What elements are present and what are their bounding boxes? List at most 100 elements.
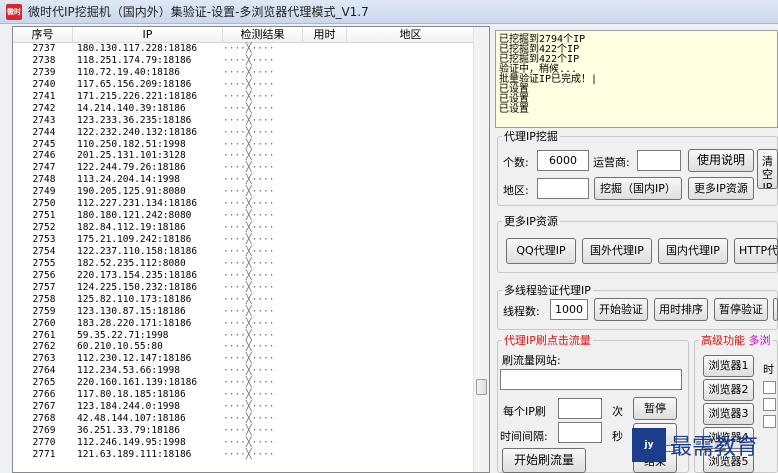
table-row[interactable]: 2742 14.214.140.39:18186 ····╳···· (13, 103, 475, 115)
row-index: 2767 (32, 401, 56, 413)
col-header-time[interactable]: 用时 (303, 27, 347, 43)
pause-verify-button[interactable]: 暂停验证 (714, 298, 768, 321)
traffic-pause-button[interactable]: 暂停 (633, 397, 677, 420)
row-index: 2771 (32, 448, 56, 460)
table-row[interactable]: 2744 122.232.240.132:18186 ····╳···· (13, 127, 475, 139)
table-row[interactable]: 2743 123.233.36.235:18186 ····╳···· (13, 115, 475, 127)
table-row[interactable]: 2746 201.25.131.101:3128 ····╳···· (13, 150, 475, 162)
row-index: 2744 (32, 126, 56, 138)
table-row[interactable]: 2739 110.72.19.40:18186 ····╳···· (13, 67, 475, 79)
more-ip-button[interactable]: 更多IP资源 (688, 177, 754, 200)
watermark: jy 最需教育 (632, 428, 758, 462)
per-ip-input[interactable] (558, 398, 602, 419)
row-index: 2764 (32, 365, 56, 377)
table-row[interactable]: 2762 60.210.10.55:80 ····╳···· (13, 341, 475, 353)
table-row[interactable]: 2740 117.65.156.209:18186 ····╳···· (13, 79, 475, 91)
browser-checkbox[interactable] (763, 381, 776, 394)
table-row[interactable]: 2761 59.35.22.71:1998 ····╳···· (13, 330, 475, 342)
table-row[interactable]: 2755 182.52.235.112:8080 ····╳···· (13, 258, 475, 270)
table-row[interactable]: 2760 183.28.220.171:18186 ····╳···· (13, 318, 475, 330)
table-row[interactable]: 2758 125.82.110.173:18186 ····╳···· (13, 294, 475, 306)
table-row[interactable]: 2747 122.244.79.26:18186 ····╳···· (13, 162, 475, 174)
row-status: ····╳···· (223, 341, 275, 353)
row-index: 2763 (32, 353, 56, 365)
per-ip-unit: 次 (612, 405, 623, 418)
clear-ip-button[interactable]: 清空IP (757, 149, 778, 189)
table-row[interactable]: 2750 112.227.231.134:18186 ····╳···· (13, 198, 475, 210)
table-row[interactable]: 2752 182.84.112.19:18186 ····╳···· (13, 222, 475, 234)
table-row[interactable]: 2756 220.173.154.235:18186 ····╳···· (13, 270, 475, 282)
table-row[interactable]: 2764 112.234.53.66:1998 ····╳···· (13, 365, 475, 377)
row-ip: 112.230.12.147:18186 (77, 353, 192, 365)
log-output[interactable]: 已挖掘到2794个IP 已挖掘到422个IP 已挖掘到422个IP 验证中，稍候… (495, 30, 778, 128)
table-row[interactable]: 2745 110.250.182.51:1998 ····╳···· (13, 139, 475, 151)
table-row[interactable]: 2757 124.225.150.232:18186 ····╳···· (13, 282, 475, 294)
count-input[interactable] (537, 150, 589, 171)
table-row[interactable]: 2738 118.251.174.79:18186 ····╳···· (13, 55, 475, 67)
start-verify-button[interactable]: 开始验证 (594, 298, 648, 321)
row-status: ····╳···· (223, 126, 275, 138)
col-header-ip[interactable]: IP (73, 27, 223, 43)
table-row[interactable]: 2751 180.180.121.242:8080 ····╳···· (13, 210, 475, 222)
row-index: 2750 (32, 198, 56, 210)
vertical-scrollbar[interactable] (473, 27, 489, 472)
table-row[interactable]: 2771 121.63.189.111:18186 ····╳···· (13, 449, 475, 461)
title-bar[interactable]: 微时代 微时代IP挖掘机（国内外）集验证-设置-多浏览器代理模式_V1.7 (0, 0, 778, 24)
sort-time-button[interactable]: 用时排序 (654, 298, 708, 321)
extra-button-edge[interactable] (773, 298, 778, 321)
browser-checkbox[interactable] (763, 398, 776, 411)
start-traffic-button[interactable]: 开始刷流量 (502, 448, 586, 473)
table-row[interactable]: 2754 122.237.110.158:18186 ····╳···· (13, 246, 475, 258)
browser-checkbox[interactable] (763, 415, 776, 428)
row-ip: 113.24.204.14:1998 (77, 174, 180, 186)
table-row[interactable]: 2766 117.80.18.185:18186 ····╳···· (13, 389, 475, 401)
interval-input[interactable] (558, 422, 602, 443)
row-index: 2741 (32, 90, 56, 102)
foreign-proxy-button[interactable]: 国外代理IP (582, 238, 652, 264)
mine-button[interactable]: 挖掘（国内IP） (594, 177, 682, 200)
row-ip: 220.160.161.139:18186 (77, 377, 198, 389)
row-index: 2760 (32, 317, 56, 329)
row-index: 2758 (32, 293, 56, 305)
row-ip: 182.84.112.19:18186 (77, 222, 186, 234)
row-index: 2766 (32, 389, 56, 401)
region-input[interactable] (537, 178, 589, 199)
browser-2-button[interactable]: 浏览器2 (703, 379, 754, 401)
row-status: ····╳···· (223, 436, 275, 448)
table-row[interactable]: 2765 220.160.161.139:18186 ····╳···· (13, 377, 475, 389)
ip-list[interactable]: 序号 IP 检测结果 用时 地区 2737 180.130.117.228:181… (12, 26, 490, 473)
site-input[interactable] (500, 369, 682, 390)
browser-1-button[interactable]: 浏览器1 (703, 355, 754, 377)
table-row[interactable]: 2768 42.48.144.107:18186 ····╳···· (13, 413, 475, 425)
browser-3-button[interactable]: 浏览器3 (703, 403, 754, 425)
row-status: ····╳···· (223, 198, 275, 210)
log-line: 已设置 (499, 84, 529, 95)
help-button[interactable]: 使用说明 (688, 149, 754, 172)
table-row[interactable]: 2749 190.205.125.91:8080 ····╳···· (13, 186, 475, 198)
table-row[interactable]: 2748 113.24.204.14:1998 ····╳···· (13, 174, 475, 186)
table-row[interactable]: 2769 36.251.33.79:18186 ····╳···· (13, 425, 475, 437)
scrollbar-thumb[interactable] (476, 379, 487, 395)
col-header-index[interactable]: 序号 (13, 27, 73, 43)
advanced-legend: 高级功能 多浏 (699, 332, 773, 348)
table-row[interactable]: 2741 171.215.226.221:18186 ····╳···· (13, 91, 475, 103)
carrier-input[interactable] (637, 150, 681, 171)
row-status: ····╳···· (223, 222, 275, 234)
row-ip: 112.227.231.134:18186 (77, 198, 198, 210)
threads-input[interactable] (550, 299, 588, 320)
domestic-proxy-button[interactable]: 国内代理IP (658, 238, 728, 264)
row-index: 2762 (32, 341, 56, 353)
http-proxy-button[interactable]: HTTP代理 (734, 238, 778, 264)
col-header-region[interactable]: 地区 (347, 27, 475, 43)
col-header-result[interactable]: 检测结果 (223, 27, 303, 43)
table-row[interactable]: 2767 123.184.244.0:1998 ····╳···· (13, 401, 475, 413)
table-row[interactable]: 2759 123.130.87.15:18186 ····╳···· (13, 306, 475, 318)
table-row[interactable]: 2737 180.130.117.228:18186 ····╳···· (13, 43, 475, 55)
table-row[interactable]: 2770 112.246.149.95:1998 ····╳···· (13, 437, 475, 449)
row-ip: 117.65.156.209:18186 (77, 78, 192, 90)
table-row[interactable]: 2763 112.230.12.147:18186 ····╳···· (13, 353, 475, 365)
table-row[interactable]: 2753 175.21.109.242:18186 ····╳···· (13, 234, 475, 246)
qq-proxy-button[interactable]: QQ代理IP (506, 238, 576, 264)
watermark-text: 最需教育 (670, 435, 759, 460)
row-ip: 60.210.10.55:80 (77, 341, 163, 353)
